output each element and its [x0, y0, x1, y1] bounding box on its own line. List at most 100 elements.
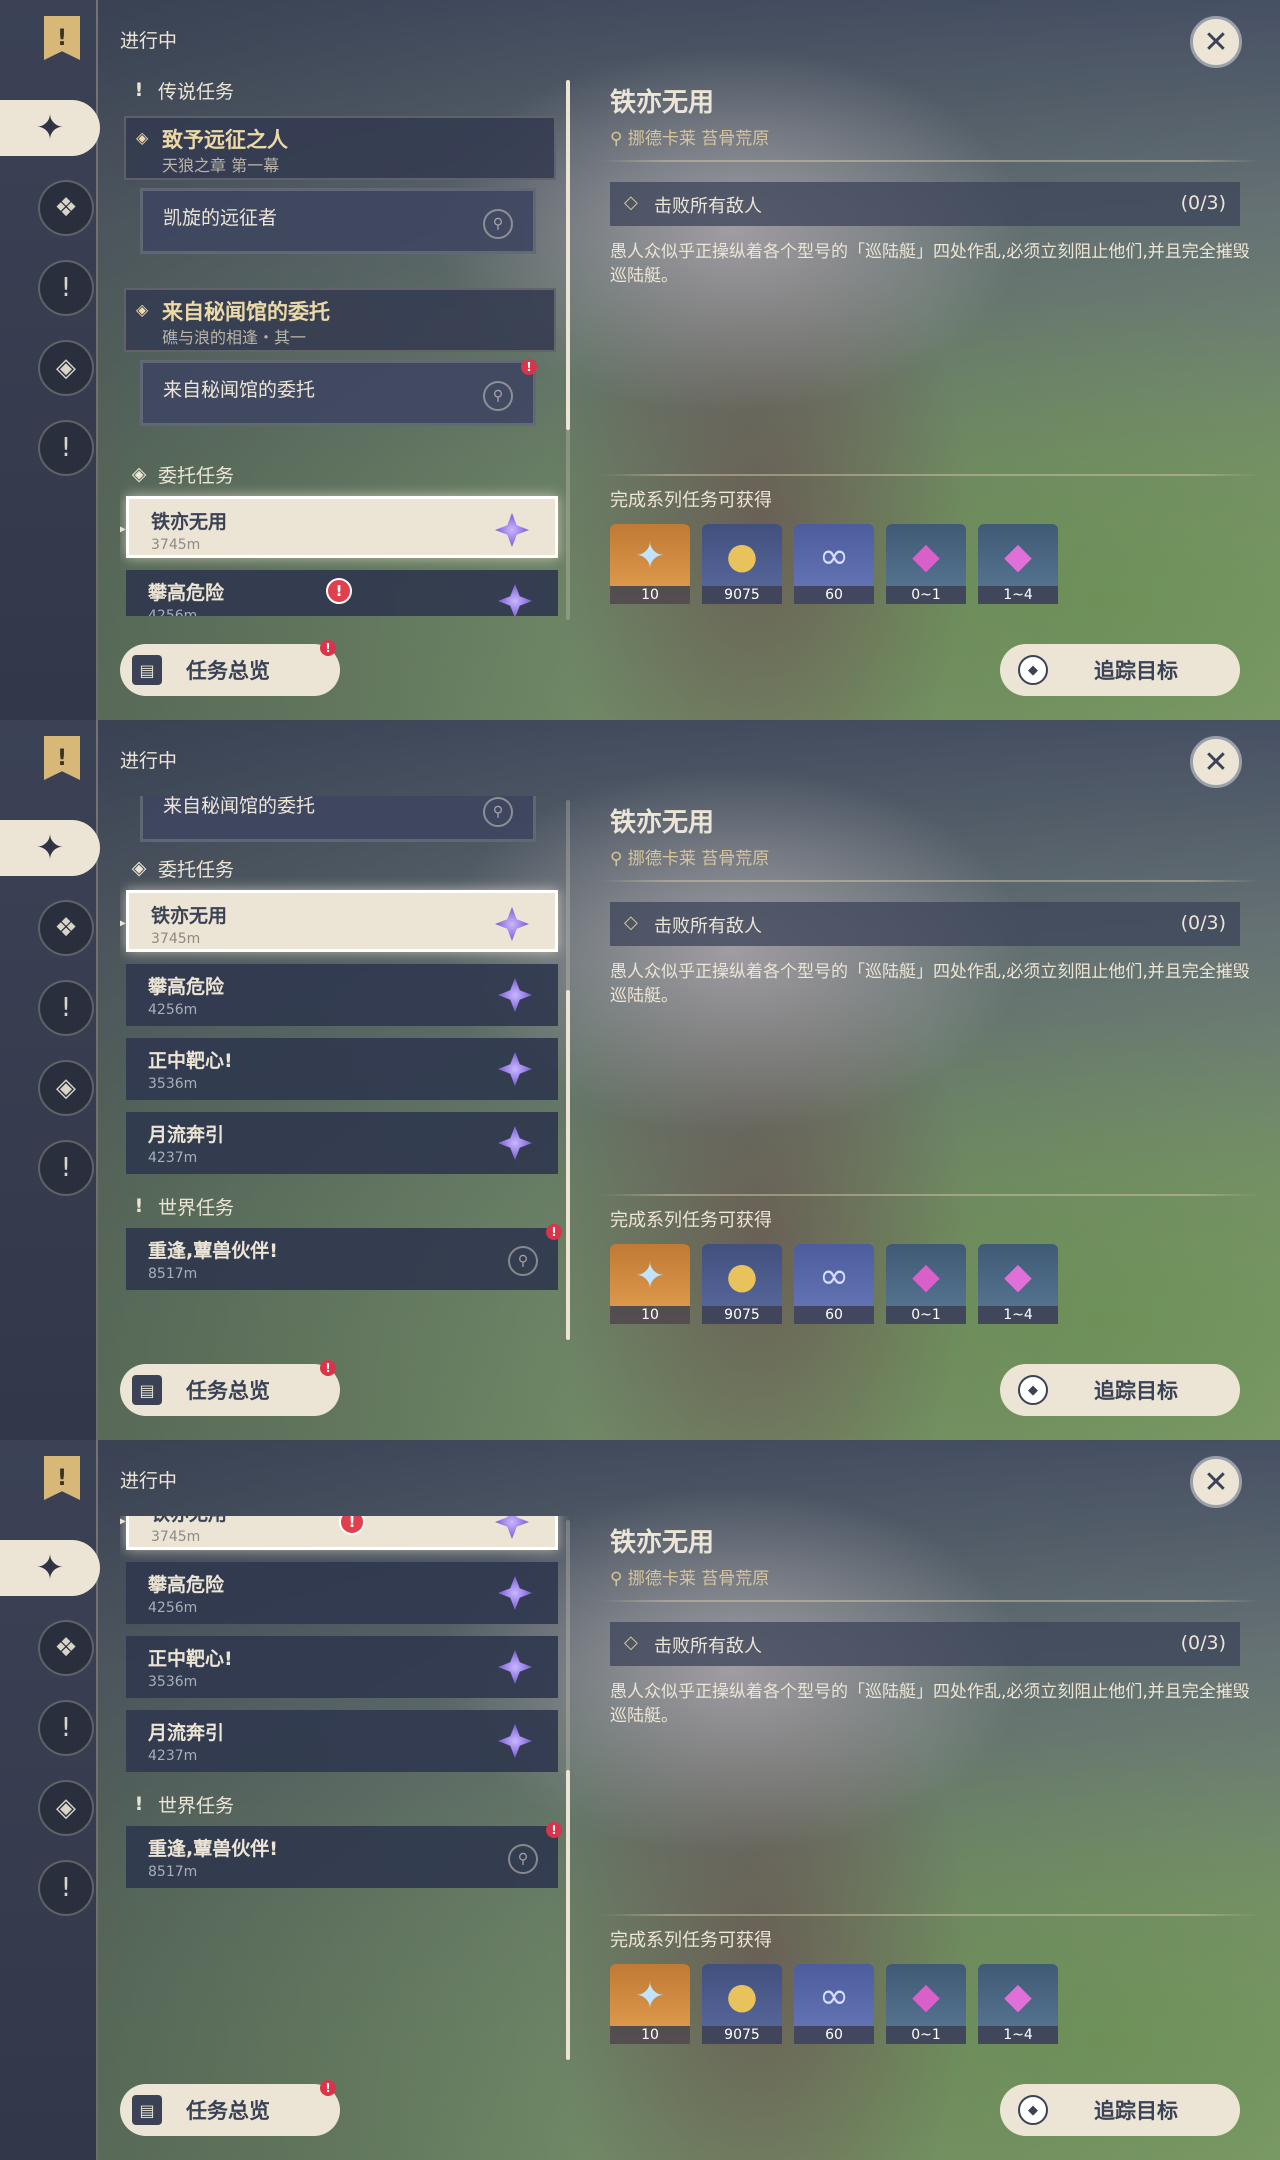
commission-item[interactable]: 正中靶心! 3536m — [126, 1636, 558, 1698]
reward-item[interactable]: ∞ 60 — [794, 1964, 874, 2044]
commission-item[interactable]: 攀高危险 4256m — [126, 1562, 558, 1624]
quest-overview-button[interactable]: ▤ 任务总览 ! — [120, 1360, 340, 1416]
quest-chain-header[interactable]: ◈ 来自秘闻馆的委托 礁与浪的相逢・其一 — [124, 288, 556, 352]
location-marker-icon: ⚲ — [610, 1569, 628, 1589]
story-quest-icon[interactable]: ! — [38, 980, 94, 1036]
close-button[interactable]: ✕ — [1190, 736, 1242, 788]
adventure-exp-icon: ∞ — [819, 1975, 849, 2017]
objective-row: ◇ 击败所有敌人 (0/3) — [610, 1622, 1240, 1666]
divider — [600, 1194, 1260, 1196]
reward-item[interactable]: ● 9075 — [702, 1244, 782, 1324]
quest-chain-header[interactable]: ◈ 致予远征之人 天狼之章 第一幕 — [124, 116, 556, 180]
quest-distance: 3745m — [151, 537, 201, 553]
archon-quest-icon[interactable]: ❖ — [38, 180, 94, 236]
story-quest-icon[interactable]: ! — [38, 1700, 94, 1756]
close-button[interactable]: ✕ — [1190, 16, 1242, 68]
reward-item[interactable]: ● 9075 — [702, 1964, 782, 2044]
scroll-thumb[interactable] — [566, 80, 570, 430]
event-quest-icon[interactable]: ! — [38, 1860, 94, 1916]
new-badge: ! — [546, 1224, 562, 1240]
track-target-button[interactable]: ◆ 追踪目标 — [1000, 1364, 1240, 1416]
commission-star-icon — [498, 1126, 532, 1160]
world-quest-item[interactable]: 重逢,蕈兽伙伴! 8517m ⚲ ! — [126, 1822, 562, 1888]
world-quest-icon[interactable]: ◈ — [38, 1060, 94, 1116]
commission-star-icon — [495, 513, 529, 547]
primogem-icon: ✦ — [634, 535, 666, 577]
commission-category-icon: ◈ — [131, 463, 147, 485]
reward-item[interactable]: ◆ 0~1 — [886, 1244, 966, 1324]
quest-overview-button[interactable]: ▤ 任务总览 ! — [120, 640, 340, 696]
commission-item[interactable]: 正中靶心! 3536m — [126, 1038, 558, 1100]
category-commission: ◈ 委托任务 — [130, 854, 234, 882]
world-quest-item[interactable]: 重逢,蕈兽伙伴! 8517m ⚲ ! — [126, 1224, 562, 1290]
scroll-thumb[interactable] — [566, 990, 570, 1340]
world-category-icon: ! — [134, 1195, 144, 1217]
commission-star-icon — [495, 907, 529, 941]
reward-item[interactable]: ◆ 1~4 — [978, 524, 1058, 604]
list-scrollbar[interactable] — [566, 80, 570, 620]
reward-qty: 60 — [794, 1306, 874, 1324]
commission-tab-icon[interactable]: ✦ — [0, 820, 100, 876]
list-scrollbar[interactable] — [566, 1520, 570, 2060]
quest-overview-button[interactable]: ▤ 任务总览 ! — [120, 2080, 340, 2136]
location-pin-icon[interactable]: ⚲ — [483, 381, 513, 411]
commission-item[interactable]: 月流奔引 4237m — [126, 1710, 558, 1772]
close-button[interactable]: ✕ — [1190, 1456, 1242, 1508]
commission-tab-icon[interactable]: ✦ — [0, 1540, 100, 1596]
category-label: 委托任务 — [158, 858, 235, 881]
location-pin-icon[interactable]: ⚲ — [483, 209, 513, 239]
sub-quest-item[interactable]: 来自秘闻馆的委托 ⚲ — [140, 796, 536, 842]
rewards-label: 完成系列任务可获得 — [610, 1930, 772, 1951]
list-scrollbar[interactable] — [566, 800, 570, 1340]
world-quest-icon[interactable]: ◈ — [38, 1780, 94, 1836]
quest-bookmark-icon[interactable]: ! — [44, 16, 80, 60]
reward-item[interactable]: ∞ 60 — [794, 524, 874, 604]
reward-item[interactable]: ✦ 10 — [610, 1244, 690, 1324]
commission-item-selected[interactable]: ▶ 铁亦无用 3745m ! — [120, 1516, 558, 1550]
reward-qty: 60 — [794, 2026, 874, 2044]
reward-item[interactable]: ◆ 1~4 — [978, 1964, 1058, 2044]
story-quest-icon[interactable]: ! — [38, 260, 94, 316]
chain-diamond-icon: ◈ — [136, 128, 149, 147]
event-quest-icon[interactable]: ! — [38, 420, 94, 476]
track-target-button[interactable]: ◆ 追踪目标 — [1000, 2084, 1240, 2136]
world-category-icon: ! — [134, 1793, 144, 1815]
selected-arrow-icon: ▶ — [120, 1516, 126, 1529]
event-quest-icon[interactable]: ! — [38, 1140, 94, 1196]
commission-item[interactable]: 攀高危险 4256m — [126, 964, 558, 1026]
archon-quest-icon[interactable]: ❖ — [38, 1620, 94, 1676]
location-pin-icon[interactable]: ⚲ — [483, 797, 513, 827]
reward-item[interactable]: ✦ 10 — [610, 1964, 690, 2044]
commission-item-selected[interactable]: ▶ 铁亦无用 3745m — [120, 496, 558, 558]
reward-item[interactable]: ◆ 0~1 — [886, 1964, 966, 2044]
sub-quest-item[interactable]: 凯旋的远征者 ⚲ — [140, 188, 536, 254]
commission-item[interactable]: 攀高危险 4256m ! — [126, 570, 558, 616]
quest-bookmark-icon[interactable]: ! — [44, 736, 80, 780]
reward-item[interactable]: ◆ 1~4 — [978, 1244, 1058, 1324]
reward-item[interactable]: ● 9075 — [702, 524, 782, 604]
location-pin-icon[interactable]: ⚲ — [508, 1246, 538, 1276]
scroll-thumb[interactable] — [566, 1770, 570, 2060]
crystal-small-icon: ◆ — [912, 1255, 940, 1297]
reward-qty: 10 — [610, 586, 690, 604]
archon-quest-icon[interactable]: ❖ — [38, 900, 94, 956]
location-pin-icon[interactable]: ⚲ — [508, 1844, 538, 1874]
overview-label: 任务总览 — [186, 659, 270, 683]
track-target-button[interactable]: ◆ 追踪目标 — [1000, 644, 1240, 696]
reward-item[interactable]: ◆ 0~1 — [886, 524, 966, 604]
quest-bookmark-icon[interactable]: ! — [44, 1456, 80, 1500]
commission-tab-icon[interactable]: ✦ — [0, 100, 100, 156]
reward-item[interactable]: ∞ 60 — [794, 1244, 874, 1324]
reward-item[interactable]: ✦ 10 — [610, 524, 690, 604]
reward-qty: 0~1 — [886, 586, 966, 604]
category-label: 委托任务 — [158, 464, 235, 487]
world-quest-icon[interactable]: ◈ — [38, 340, 94, 396]
commission-item[interactable]: 月流奔引 4237m — [126, 1112, 558, 1174]
commission-item-selected[interactable]: ▶ 铁亦无用 3745m — [120, 890, 558, 952]
objective-diamond-icon: ◇ — [624, 192, 638, 213]
quest-description: 愚人众似乎正操纵着各个型号的「巡陆艇」四处作乱,必须立刻阻止他们,并且完全摧毁巡… — [610, 242, 1250, 286]
quest-title: 攀高危险 — [148, 1574, 225, 1596]
detail-location: ⚲ 挪德卡莱 苔骨荒原 — [610, 844, 769, 869]
sub-quest-item[interactable]: 来自秘闻馆的委托 ⚲ ! — [140, 359, 537, 426]
quest-description: 愚人众似乎正操纵着各个型号的「巡陆艇」四处作乱,必须立刻阻止他们,并且完全摧毁巡… — [610, 962, 1250, 1006]
